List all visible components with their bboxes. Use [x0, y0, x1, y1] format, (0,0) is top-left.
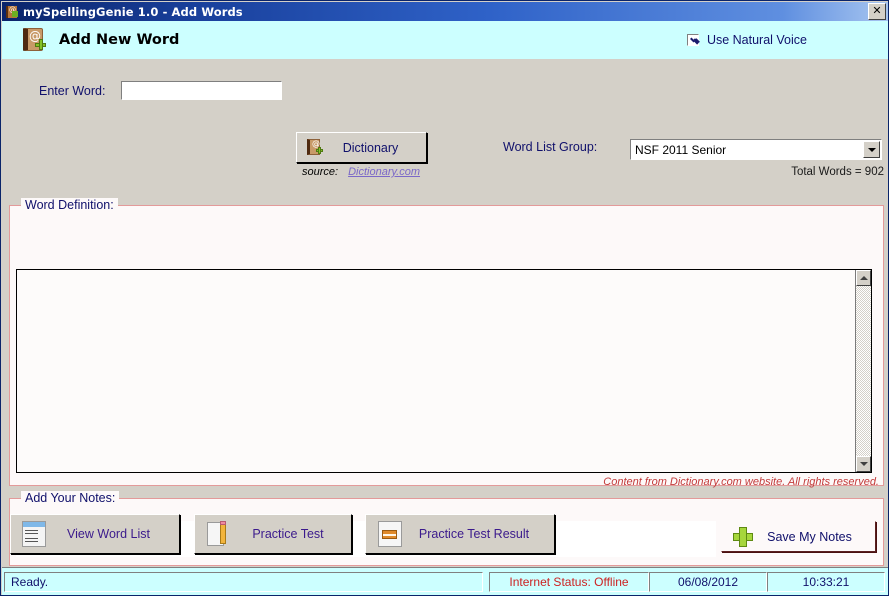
status-time: 10:33:21	[767, 571, 885, 592]
window-title: mySpellingGenie 1.0 - Add Words	[23, 4, 243, 19]
checkbox-icon[interactable]	[686, 34, 699, 46]
word-definition-text	[17, 270, 855, 472]
word-list-icon	[22, 521, 46, 547]
practice-test-label: Practice Test	[252, 527, 324, 541]
scroll-down-icon[interactable]	[856, 456, 871, 472]
close-icon[interactable]: ✕	[868, 3, 886, 20]
page-header: @ Add New Word Use Natural Voice	[2, 21, 888, 59]
practice-test-button[interactable]: Practice Test	[194, 514, 352, 554]
chevron-down-icon[interactable]	[863, 141, 880, 158]
enter-word-label: Enter Word:	[39, 84, 106, 98]
use-natural-voice-checkbox[interactable]: Use Natural Voice	[686, 33, 807, 47]
word-list-group-label: Word List Group:	[503, 140, 598, 154]
save-my-notes-label: Save My Notes	[767, 529, 852, 544]
definition-scrollbar[interactable]	[855, 270, 871, 472]
app-book-icon: @	[5, 5, 19, 19]
view-word-list-button[interactable]: View Word List	[10, 514, 180, 554]
title-bar: @ mySpellingGenie 1.0 - Add Words ✕	[2, 2, 888, 21]
application-window: @ mySpellingGenie 1.0 - Add Words ✕ @ Ad…	[0, 0, 889, 596]
dictionary-button[interactable]: @ Dictionary	[296, 132, 427, 163]
scrollbar-track[interactable]	[856, 286, 871, 456]
add-word-book-icon: @	[21, 27, 47, 53]
main-body: Enter Word: @ Dictionary source: Dictiona…	[2, 59, 888, 567]
definition-footnote: Content from Dictionary.com website. All…	[603, 476, 879, 488]
dictionary-button-label: Dictionary	[342, 140, 399, 155]
word-definition-group: Word Definition: Content from Dictionary…	[9, 198, 884, 488]
dictionary-book-icon: @	[307, 139, 323, 156]
view-word-list-label: View Word List	[67, 527, 150, 541]
practice-test-result-label: Practice Test Result	[418, 527, 530, 541]
status-bar: Ready. Internet Status: Offline 06/08/20…	[2, 567, 888, 595]
pencil-icon	[207, 520, 233, 548]
report-document-icon	[378, 521, 402, 547]
status-internet: Internet Status: Offline	[489, 571, 649, 592]
add-notes-legend: Add Your Notes:	[21, 491, 120, 505]
save-my-notes-button[interactable]: Save My Notes	[721, 521, 876, 552]
word-list-group-select[interactable]: NSF 2011 Senior	[630, 139, 882, 160]
word-list-group-value: NSF 2011 Senior	[635, 142, 727, 157]
use-natural-voice-label: Use Natural Voice	[706, 33, 807, 47]
word-definition-textarea[interactable]	[16, 269, 872, 473]
scroll-up-icon[interactable]	[856, 270, 871, 286]
status-ready: Ready.	[4, 571, 483, 592]
word-entry-row: Enter Word: @ Dictionary source: Dictiona…	[2, 59, 888, 178]
word-definition-legend: Word Definition:	[21, 198, 118, 212]
total-words-label: Total Words = 902	[791, 166, 884, 178]
practice-test-result-button[interactable]: Practice Test Result	[365, 514, 555, 554]
status-date: 06/08/2012	[649, 571, 767, 592]
enter-word-input[interactable]	[121, 81, 282, 100]
page-title: Add New Word	[59, 32, 180, 48]
plus-icon	[733, 526, 753, 547]
